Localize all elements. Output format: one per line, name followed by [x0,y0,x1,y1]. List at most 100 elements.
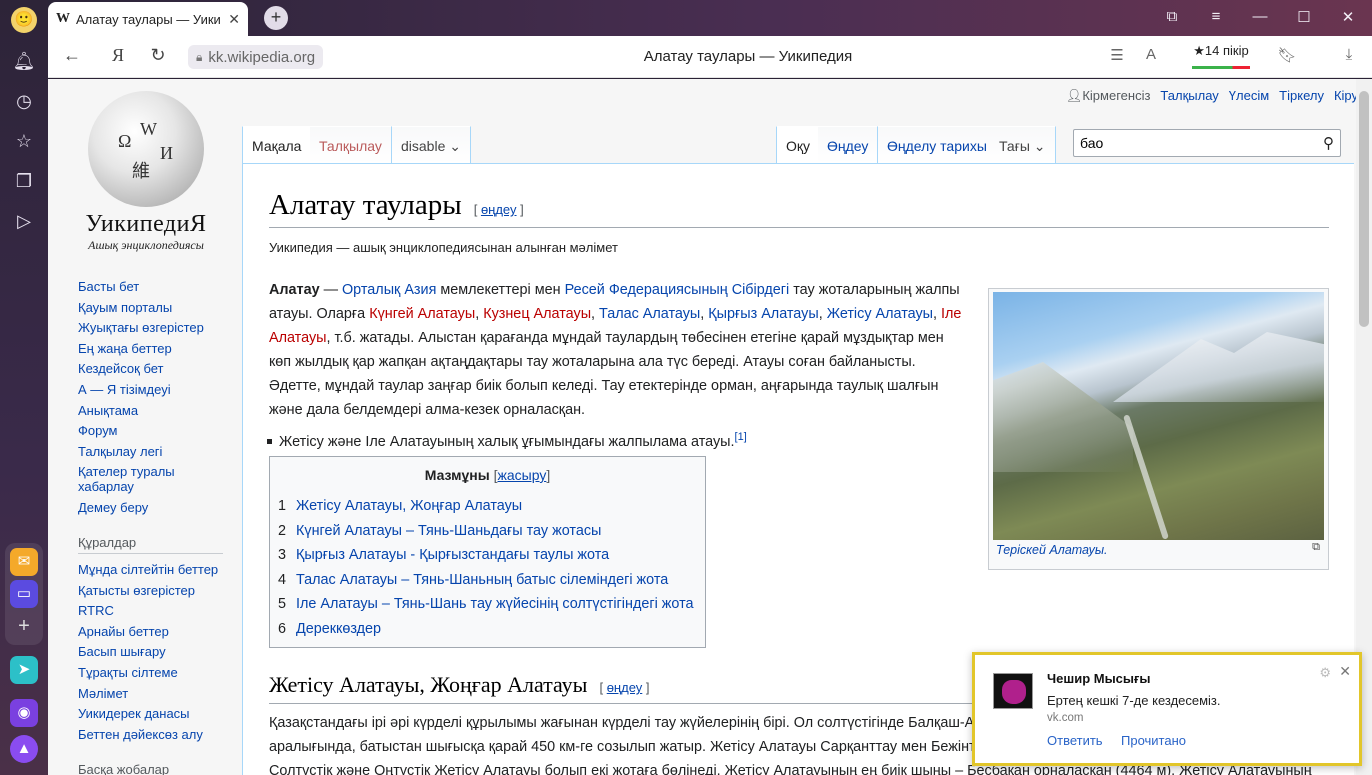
tab-edit[interactable]: Өңдеу [818,126,879,163]
sidebar-tool[interactable]: Тұрақты сілтеме [78,665,243,680]
download-icon[interactable]: ⤓ [1338,46,1360,63]
tab-history[interactable]: Өңделу тарихы [878,126,997,163]
sidebar-item[interactable]: Кездейсоқ бет [78,361,243,376]
assistant-app-icon[interactable]: ▲ [10,735,38,763]
sidebar-item[interactable]: Басты бет [78,279,243,294]
tabs-overview-icon[interactable]: ⧉ [1161,8,1183,25]
toc-hide-link[interactable]: жасыру [498,467,547,483]
mark-read-button[interactable]: Прочитано [1121,733,1186,748]
sidebar-item[interactable]: Ең жаңа беттер [78,341,243,356]
title-edit-link[interactable]: өңдеу [481,202,517,217]
maximize-icon[interactable]: ☐ [1293,8,1315,26]
globe-glyph: W [140,119,157,139]
sidebar-item[interactable]: Форум [78,423,243,438]
article-link[interactable]: Орталық Азия [342,282,436,298]
close-tab-icon[interactable]: ✕ [228,11,240,28]
reader-mode-icon[interactable]: ☰ [1106,46,1128,64]
sidebar-tool[interactable]: Басып шығару [78,644,243,659]
sidebar-tool[interactable]: Уикидерек данасы [78,706,243,721]
yandex-logo-icon[interactable]: Я [106,45,130,66]
article-link[interactable]: Қырғыз Алатауы [708,306,818,322]
browser-sidebar: 🙂 🔔︎ ◷ ☆ ❐ ▷ ✉ ▭ + ➤ ◉ ▲ [0,0,48,775]
back-arrow-icon[interactable]: ← [60,45,84,66]
enlarge-icon[interactable]: ⧉ [1312,541,1320,554]
menu-icon[interactable]: ≡ [1205,8,1227,25]
close-icon[interactable]: ✕ [1339,663,1351,680]
section-edit-link[interactable]: өңдеу [607,680,643,695]
url-field[interactable]: 🔒︎ kk.wikipedia.org [188,45,324,69]
history-clock-icon[interactable]: ◷ [12,89,36,113]
red-link[interactable]: Кузнец Алатауы [483,306,591,322]
mountain-photo[interactable] [993,292,1324,540]
sidebar-item[interactable]: Қауым порталы [78,300,243,315]
scrollbar-thumb[interactable] [1359,91,1369,327]
sidebar-tool[interactable]: Беттен дәйексөз алу [78,727,243,742]
active-tab[interactable]: W Алатау таулары — Уикипедия ✕ [48,2,248,36]
tab-more[interactable]: Тағы ⌄ [990,126,1056,163]
search-icon[interactable]: ⚲ [1323,134,1334,152]
sidebar-item[interactable]: Демеу беру [78,500,243,515]
sidebar-item[interactable]: А — Я тізімдеуі [78,382,243,397]
collections-icon[interactable]: ❐ [12,169,36,193]
translate-icon[interactable]: A [1140,46,1162,63]
personal-talk-link[interactable]: Талқылау [1160,88,1218,104]
other-projects-heading: Басқа жобалар [78,762,223,775]
sidebar-tool[interactable]: Мәлімет [78,686,243,701]
toc-list: 1 Жетісу Алатауы, Жоңғар Алатауы 2 Күнге… [278,494,705,641]
close-window-icon[interactable]: ✕ [1337,8,1359,26]
toc-item: 5 Іле Алатауы – Тянь-Шань тау жүйесінің … [278,592,705,617]
create-account-link[interactable]: Тіркелу [1279,88,1324,104]
mail-app-icon[interactable]: ✉ [10,548,38,576]
bookmark-icon[interactable]: 🔖︎ [1276,46,1298,64]
lead-text: , [818,306,827,322]
alice-app-icon[interactable]: ◉ [10,699,38,727]
not-logged-in-label: Кірмегенсіз [1082,88,1151,103]
article-link[interactable]: Жетісу Алатауы [827,306,933,322]
toc-link[interactable]: Іле Алатауы – Тянь-Шань тау жүйесінің со… [296,596,694,612]
sidebar-item[interactable]: Жуықтағы өзгерістер [78,320,243,335]
toc-number: 6 [278,620,287,637]
sidebar-item[interactable]: Қателер туралы хабарлау [78,464,188,494]
article-link[interactable]: Ресей Федерациясының Сібірдегі [565,282,790,298]
sidebar-tool[interactable]: Мұнда сілтейтін беттер [78,562,243,577]
lead-text: , [475,306,484,322]
toc-link[interactable]: Дереккөздер [296,621,381,637]
add-app-icon[interactable]: + [10,612,38,640]
toc-link[interactable]: Талас Алатауы – Тянь-Шаньның батыс сілем… [296,572,668,588]
article-link[interactable]: Талас Алатауы [599,306,700,322]
tab-article[interactable]: Мақала [242,126,312,163]
wikipedia-tagline: Ашық энциклопедиясы [88,238,204,252]
play-video-icon[interactable]: ▷ [12,209,36,233]
toc-link[interactable]: Күнгей Алатауы – Тянь-Шаньдағы тау жотас… [296,523,601,539]
personal-contributions-link[interactable]: Үлесім [1229,88,1269,104]
tab-variant[interactable]: disable ⌄ [392,126,471,163]
messenger-app-icon[interactable]: ▭ [10,580,38,608]
login-link[interactable]: Кіру [1334,88,1358,104]
bell-icon[interactable]: 🔔︎ [12,49,36,73]
toc-link[interactable]: Қырғыз Алатауы - Қырғызстандағы таулы жо… [296,547,609,563]
section-heading: Жетісу Алатауы, Жоңғар Алатауы [ өңдеу ] [269,672,650,698]
reload-icon[interactable]: ↻ [146,45,170,66]
sidebar-tool[interactable]: Арнайы беттер [78,624,243,639]
minimize-icon[interactable]: — [1249,8,1271,25]
reply-button[interactable]: Ответить [1047,733,1103,748]
profile-avatar[interactable]: 🙂 [11,7,37,33]
image-caption[interactable]: Терiскей Алатауы. [996,543,1108,557]
search-input[interactable] [1074,130,1304,156]
gear-icon[interactable]: ⚙ [1319,665,1331,681]
sidebar-tool[interactable]: RTRC [78,603,243,618]
sidebar-tool[interactable]: Қатысты өзгерістер [78,583,243,598]
red-link[interactable]: Күнгей Алатауы [369,306,475,322]
reference-link[interactable]: [1] [735,431,747,443]
star-bookmarks-icon[interactable]: ☆ [12,129,36,153]
new-tab-button[interactable]: + [264,6,288,30]
sidebar-item[interactable]: Анықтама [78,403,243,418]
lead-bold-term: Алатау [269,282,320,298]
tab-read[interactable]: Оқу [776,126,821,163]
wikipedia-logo[interactable]: Ω W И 維 УикипедиЯ Ашық энциклопедиясы [48,83,244,253]
send-app-icon[interactable]: ➤ [10,656,38,684]
sidebar-item[interactable]: Талқылау легі [78,444,243,459]
site-rating[interactable]: ★14 пікір [1188,43,1254,69]
tab-talk[interactable]: Талқылау [310,126,392,163]
toc-link[interactable]: Жетісу Алатауы, Жоңғар Алатауы [296,498,522,514]
